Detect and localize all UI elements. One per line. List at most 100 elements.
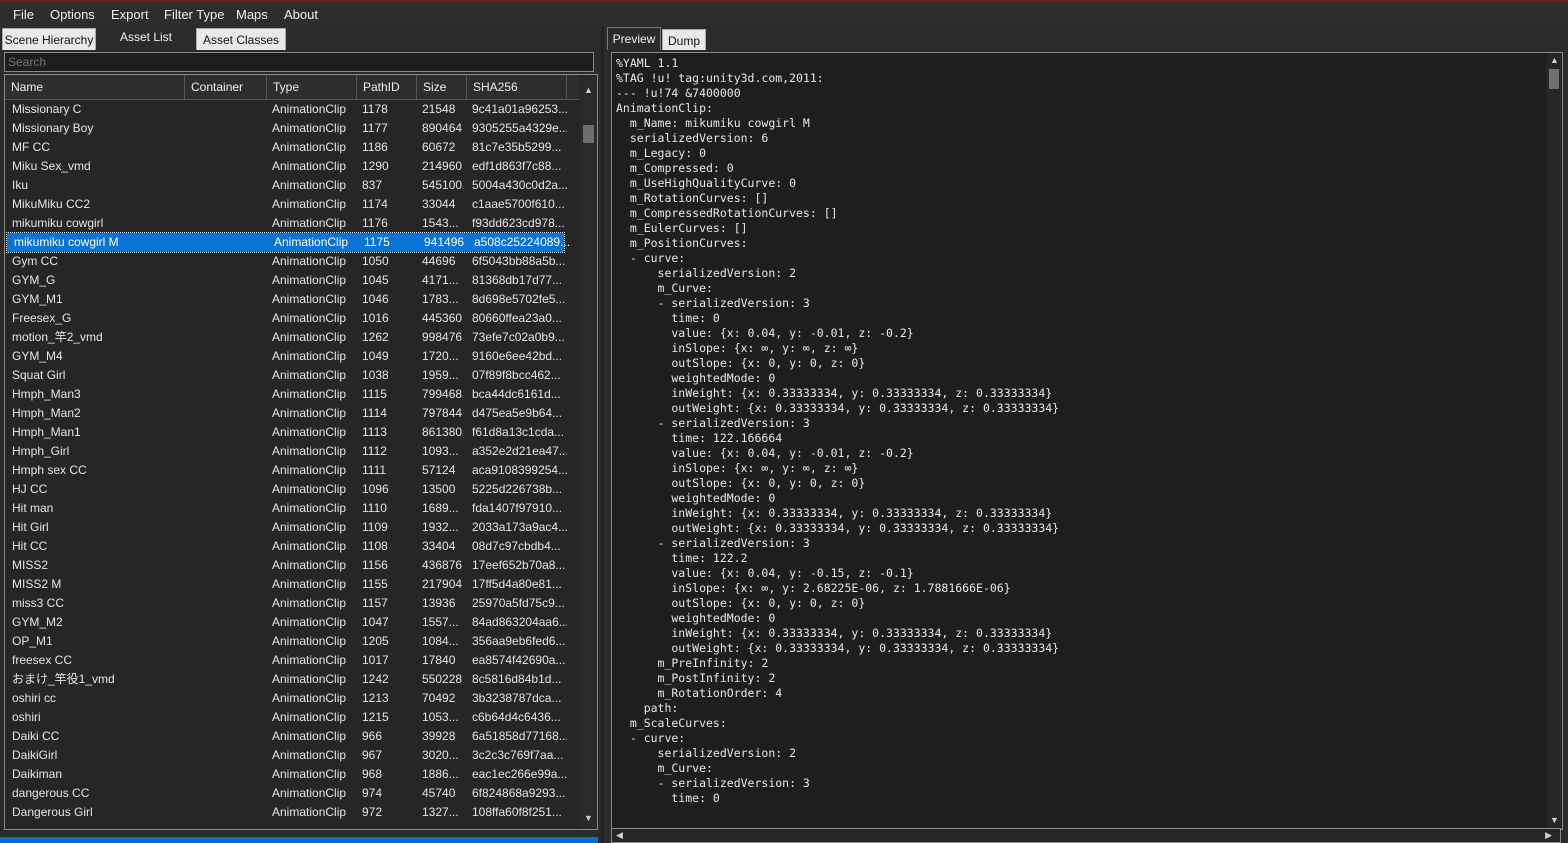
table-row[interactable]: Hmph_Man2 AnimationClip 1114 797844 d475ea5e… <box>5 404 579 423</box>
sha256-cell: 9160e6ee42bd... <box>472 349 563 363</box>
type-cell: AnimationClip <box>272 672 347 686</box>
table-row[interactable]: Miku Sex_vmd AnimationClip 1290 214960 edf1d… <box>5 157 579 176</box>
tab-preview[interactable]: Preview <box>607 27 661 50</box>
size-cell: 1959... <box>422 368 459 382</box>
table-row[interactable]: Squat Girl AnimationClip 1038 1959... 07f89f… <box>5 366 579 385</box>
table-row[interactable]: MF CC AnimationClip 1186 60672 81c7e35b5299.… <box>5 138 579 157</box>
table-row[interactable]: Daiki CC AnimationClip 966 39928 6a51858d771… <box>5 727 579 746</box>
type-cell: AnimationClip <box>272 805 347 819</box>
scroll-right-icon[interactable]: ▶ <box>1545 830 1552 841</box>
table-row[interactable]: Daikiman AnimationClip 968 1886... eac1ec266… <box>5 765 579 784</box>
table-row[interactable]: MISS2 M AnimationClip 1155 217904 17ff5d4a80… <box>5 575 579 594</box>
type-cell: AnimationClip <box>272 691 347 705</box>
table-row[interactable]: MikuMiku CC2 AnimationClip 1174 33044 c1aae5… <box>5 195 579 214</box>
menu-filter-type[interactable]: Filter Type <box>164 7 224 22</box>
search-input[interactable] <box>4 52 594 72</box>
table-row[interactable]: Dangerous Girl AnimationClip 972 1327... 108… <box>5 803 579 822</box>
table-row[interactable]: HJ CC AnimationClip 1096 13500 5225d226738b.… <box>5 480 579 499</box>
table-row[interactable]: oshiri AnimationClip 1215 1053... c6b64d4c64… <box>5 708 579 727</box>
preview-textbox[interactable]: %YAML 1.1 %TAG !u! tag:unity3d.com,2011:… <box>611 52 1563 830</box>
name-cell: Dangerous Girl <box>12 805 93 819</box>
scroll-thumb[interactable] <box>583 125 594 143</box>
table-row[interactable]: Hit man AnimationClip 1110 1689... fda1407f9… <box>5 499 579 518</box>
table-row[interactable]: Hit Girl AnimationClip 1109 1932... 2033a173… <box>5 518 579 537</box>
table-row[interactable]: freesex CC AnimationClip 1017 17840 ea8574f4… <box>5 651 579 670</box>
menu-options[interactable]: Options <box>50 7 95 22</box>
pathid-cell: 1112 <box>362 444 387 458</box>
name-cell: Miku Sex_vmd <box>12 159 91 173</box>
column-name[interactable]: Name <box>5 75 185 99</box>
pathid-cell: 1115 <box>362 387 387 401</box>
table-row[interactable]: Hmph_Girl AnimationClip 1112 1093... a352e2d… <box>5 442 579 461</box>
name-cell: MISS2 M <box>12 577 62 591</box>
name-cell: GYM_G <box>12 273 56 287</box>
tab-dump[interactable]: Dump <box>662 29 706 50</box>
sha256-cell: c6b64d4c6436... <box>472 710 561 724</box>
pathid-cell: 837 <box>362 178 383 192</box>
menu-about[interactable]: About <box>284 7 318 22</box>
table-row[interactable]: DaikiGirl AnimationClip 967 3020... 3c2c3c76… <box>5 746 579 765</box>
table-row[interactable]: OP_M1 AnimationClip 1205 1084... 356aa9eb6fe… <box>5 632 579 651</box>
asset-list-scrollbar[interactable]: ▲ ▼ <box>580 75 597 829</box>
tab-scene-hierarchy[interactable]: Scene Hierarchy <box>2 28 96 50</box>
sha256-cell: 8d698e5702fe5... <box>472 292 566 306</box>
sha256-cell: 9c41a01a96253... <box>472 102 567 116</box>
pathid-cell: 1047 <box>362 615 389 629</box>
size-cell: 214960 <box>422 159 463 173</box>
name-cell: MikuMiku CC2 <box>12 197 91 211</box>
column-size[interactable]: Size <box>417 75 467 99</box>
table-row[interactable]: miss3 CC AnimationClip 1157 13936 25970a5fd7… <box>5 594 579 613</box>
menu-maps[interactable]: Maps <box>236 7 268 22</box>
table-row[interactable]: Gym CC AnimationClip 1050 44696 6f5043bb88a5… <box>5 252 579 271</box>
scroll-left-icon[interactable]: ◀ <box>616 830 623 841</box>
table-row[interactable]: mikumiku cowgirl AnimationClip 1176 1543...… <box>5 214 579 233</box>
table-row[interactable]: dangerous CC AnimationClip 974 45740 6f82486… <box>5 784 579 803</box>
column-pathid[interactable]: PathID <box>357 75 417 99</box>
size-cell: 1720... <box>422 349 459 363</box>
scroll-down-icon[interactable]: ▼ <box>1550 815 1559 825</box>
table-row[interactable]: Missionary C AnimationClip 1178 21548 9c41a0… <box>5 100 579 119</box>
table-row[interactable]: MISS2 AnimationClip 1156 436876 17eef652b70a… <box>5 556 579 575</box>
scroll-up-icon[interactable]: ▲ <box>1550 55 1559 65</box>
tab-asset-classes[interactable]: Asset Classes <box>196 28 286 50</box>
table-row[interactable]: motion_竿2_vmd AnimationClip 1262 998476 73ef… <box>5 328 579 347</box>
column-sha256[interactable]: SHA256 <box>467 75 567 99</box>
table-row[interactable]: Missionary Boy AnimationClip 1177 890464 930… <box>5 119 579 138</box>
name-cell: Iku <box>12 178 29 192</box>
name-cell: Hmph_Man3 <box>12 387 81 401</box>
name-cell: Hit Girl <box>12 520 49 534</box>
column-container[interactable]: Container <box>185 75 267 99</box>
table-row[interactable]: GYM_M4 AnimationClip 1049 1720... 9160e6ee42… <box>5 347 579 366</box>
column-type[interactable]: Type <box>267 75 357 99</box>
type-cell: AnimationClip <box>272 406 347 420</box>
table-row[interactable]: GYM_G AnimationClip 1045 4171... 81368db17d7… <box>5 271 579 290</box>
size-cell: 1689... <box>422 501 459 515</box>
size-cell: 545100 <box>422 178 463 192</box>
menu-file[interactable]: File <box>13 7 34 22</box>
table-row[interactable]: Hmph_Man3 AnimationClip 1115 799468 bca44dc6… <box>5 385 579 404</box>
table-row[interactable]: Iku AnimationClip 837 545100 5004a430c0d2a..… <box>5 176 579 195</box>
menu-bar: File Options Export Filter Type Maps Abo… <box>0 2 1568 26</box>
preview-horizontal-scrollbar[interactable]: ◀ ▶ <box>611 828 1561 843</box>
scroll-down-icon[interactable]: ▼ <box>584 813 593 823</box>
name-cell: mikumiku cowgirl M <box>14 235 119 249</box>
table-row[interactable]: おまけ_竿役1_vmd AnimationClip 1242 550228 8c5816… <box>5 670 579 689</box>
type-cell: AnimationClip <box>272 653 347 667</box>
scroll-thumb[interactable] <box>1549 69 1559 89</box>
preview-vertical-scrollbar[interactable]: ▲ ▼ <box>1546 53 1562 829</box>
table-row[interactable]: mikumiku cowgirl M AnimationClip 1175 94149… <box>6 232 569 253</box>
type-cell: AnimationClip <box>272 197 347 211</box>
table-row[interactable]: Freesex_G AnimationClip 1016 445360 80660ffe… <box>5 309 579 328</box>
scroll-up-icon[interactable]: ▲ <box>584 85 593 95</box>
table-row[interactable]: GYM_M2 AnimationClip 1047 1557... 84ad863204… <box>5 613 579 632</box>
table-row[interactable]: GYM_M1 AnimationClip 1046 1783... 8d698e5702… <box>5 290 579 309</box>
table-row[interactable]: Hmph_Man1 AnimationClip 1113 861380 f61d8a13… <box>5 423 579 442</box>
name-cell: Daiki CC <box>12 729 60 743</box>
table-row[interactable]: oshiri cc AnimationClip 1213 70492 3b3238787… <box>5 689 579 708</box>
table-row[interactable]: Hmph sex CC AnimationClip 1111 57124 aca9108… <box>5 461 579 480</box>
table-row[interactable]: Hit CC AnimationClip 1108 33404 08d7c97cbdb4… <box>5 537 579 556</box>
menu-export[interactable]: Export <box>111 7 149 22</box>
yaml-preview-text: %YAML 1.1 %TAG !u! tag:unity3d.com,2011:… <box>616 56 1060 805</box>
tab-asset-list[interactable]: Asset List <box>96 26 196 50</box>
type-cell: AnimationClip <box>272 273 347 287</box>
